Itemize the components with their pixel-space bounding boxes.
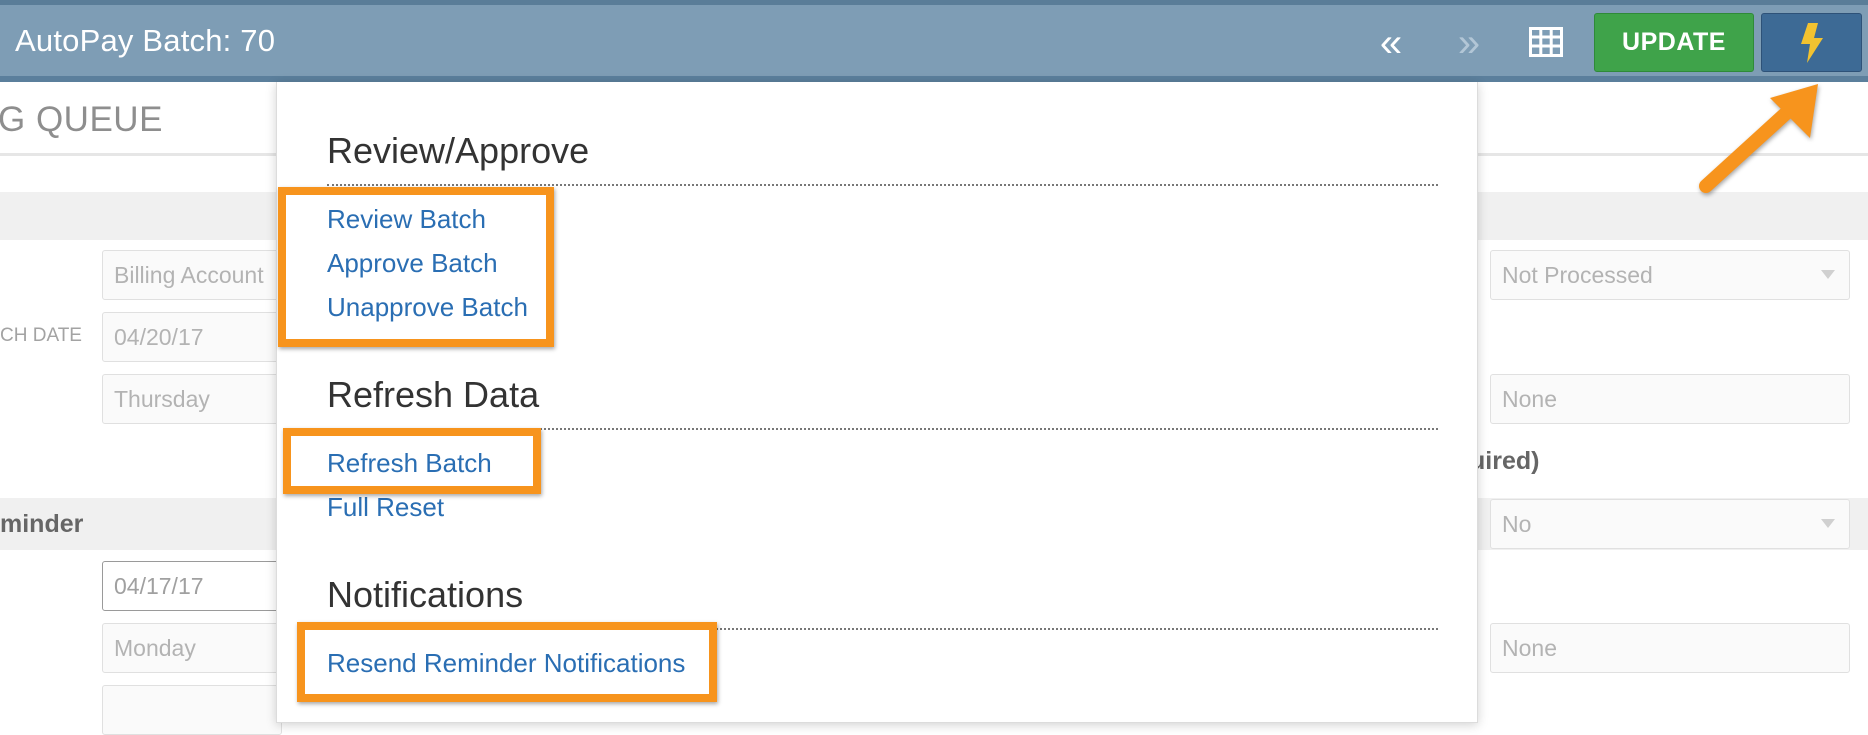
launch-day-field[interactable]: Thursday xyxy=(102,374,282,424)
highlight-box xyxy=(297,622,717,702)
status-select[interactable]: Not Processed xyxy=(1490,250,1850,300)
reminder-day-field[interactable]: Monday xyxy=(102,623,282,673)
section-title-review-approve: Review/Approve xyxy=(327,130,590,171)
lightning-bolt-icon xyxy=(1800,22,1823,63)
yes-no-select[interactable]: No xyxy=(1490,499,1850,549)
right-field[interactable]: None xyxy=(1490,623,1850,673)
double-chevron-left-icon: « xyxy=(1379,21,1403,65)
section-title-notifications: Notifications xyxy=(327,574,524,615)
grid-view-button[interactable] xyxy=(1529,27,1563,57)
page-title: G QUEUE xyxy=(0,100,163,139)
double-chevron-right-icon: » xyxy=(1457,21,1481,65)
billing-account-field[interactable]: Billing Account xyxy=(102,250,282,300)
launch-date-label: CH DATE xyxy=(0,325,82,346)
annotation-arrow-icon xyxy=(1699,84,1818,193)
reminder-date-field[interactable]: 04/17/17 xyxy=(102,561,282,611)
section-divider xyxy=(327,184,1438,186)
section-title-refresh-data: Refresh Data xyxy=(327,374,540,415)
update-button[interactable]: UPDATE xyxy=(1594,13,1754,72)
chevron-down-icon xyxy=(1821,519,1835,528)
form-field[interactable] xyxy=(102,685,282,735)
actions-menu-button[interactable] xyxy=(1761,13,1862,72)
top-bar: AutoPay Batch: 70 « » UPDATE xyxy=(0,0,1868,82)
highlight-box xyxy=(278,187,554,347)
highlight-box xyxy=(283,428,541,494)
full-reset-link[interactable]: Full Reset xyxy=(327,492,444,523)
launch-date-field[interactable]: 04/20/17 xyxy=(102,312,282,362)
table-grid-icon xyxy=(1529,27,1563,57)
previous-button[interactable]: « xyxy=(1366,19,1416,67)
page-header-title: AutoPay Batch: 70 xyxy=(15,23,276,58)
right-field[interactable]: None xyxy=(1490,374,1850,424)
reminder-label: minder xyxy=(0,510,84,538)
required-label: uired) xyxy=(1470,447,1540,475)
chevron-down-icon xyxy=(1821,270,1835,279)
next-button[interactable]: » xyxy=(1444,19,1494,67)
yes-no-select-value: No xyxy=(1502,510,1532,537)
status-select-value: Not Processed xyxy=(1502,261,1653,288)
